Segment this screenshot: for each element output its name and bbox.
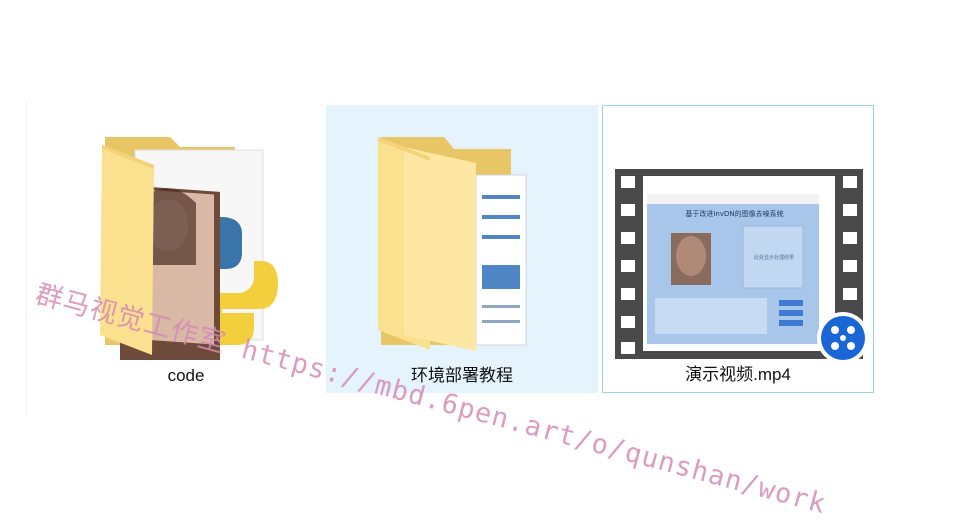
- video-preview-title: 基于改进InvDN的图像去噪系统: [685, 210, 784, 218]
- video-thumbnail: 基于改进InvDN的图像去噪系统 此处显示处理结果: [603, 106, 873, 361]
- folder-thumbnail: [326, 105, 598, 360]
- video-film-icon: [615, 169, 869, 361]
- file-name: code: [167, 366, 205, 385]
- file-item-video[interactable]: 基于改进InvDN的图像去噪系统 此处显示处理结果 演示视频.mp4: [602, 105, 874, 393]
- view-left-edge: [26, 100, 27, 416]
- folder-icon: [100, 137, 278, 360]
- video-preview-placeholder: 此处显示处理结果: [753, 255, 794, 261]
- file-name: 环境部署教程: [411, 366, 513, 385]
- folder-icon: [378, 137, 527, 351]
- file-item-tutorial[interactable]: 环境部署教程: [326, 105, 598, 393]
- folder-thumbnail: [50, 105, 322, 360]
- file-name: 演示视频.mp4: [685, 365, 791, 384]
- file-item-code[interactable]: code: [50, 105, 322, 393]
